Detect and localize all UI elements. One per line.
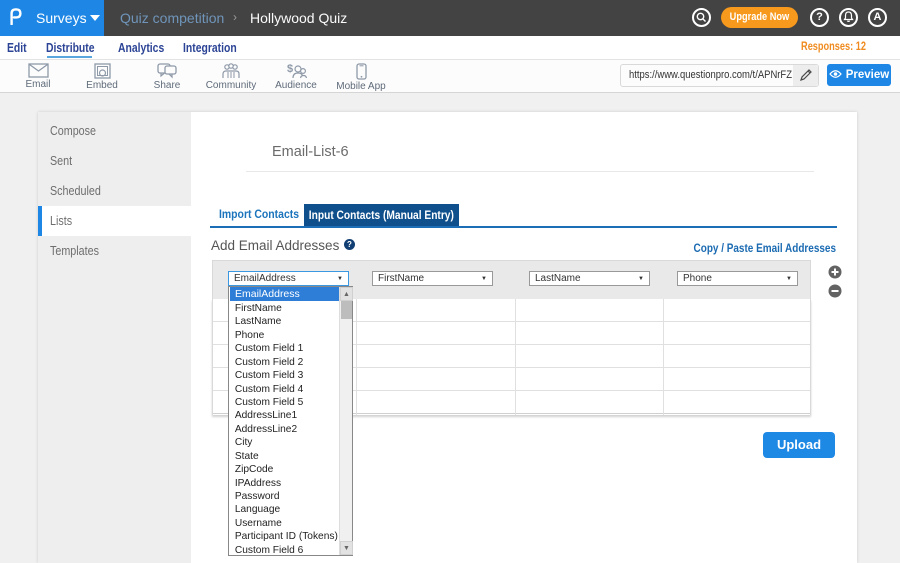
- svg-text:$: $: [287, 63, 293, 75]
